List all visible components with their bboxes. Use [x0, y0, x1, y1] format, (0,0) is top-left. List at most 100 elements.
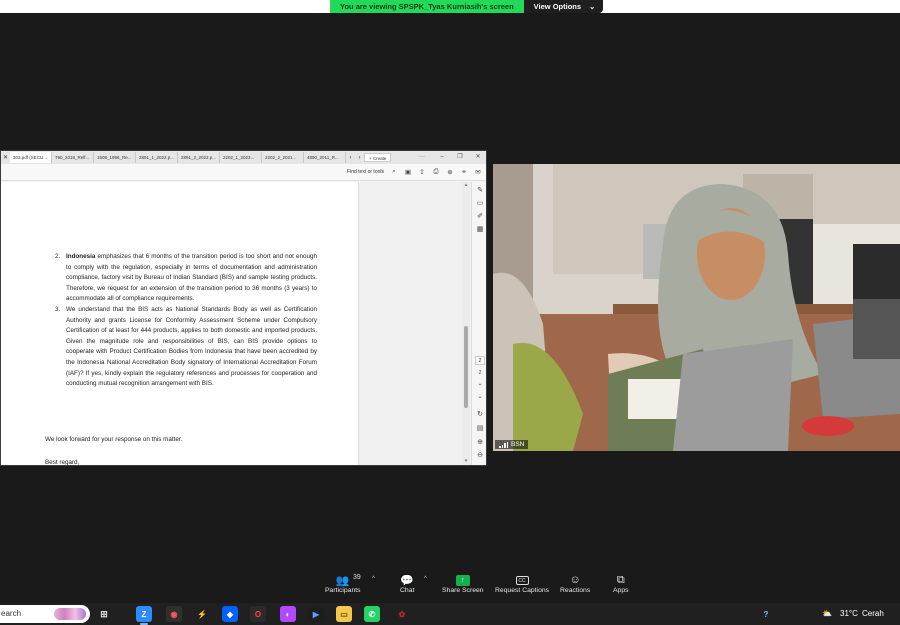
- weather-condition[interactable]: Cerah: [862, 603, 884, 625]
- tab-item[interactable]: 2891_2_2022.p...: [178, 152, 220, 163]
- document-area: 2. Indonesia emphasizes that 6 months of …: [1, 182, 471, 466]
- meeting-controls-bar: 👥 Participants 39 ^ 💬 Chat ^ ↑ Share Scr…: [0, 570, 900, 602]
- comment-icon[interactable]: ✎: [475, 186, 485, 196]
- media-app-icon[interactable]: ▶: [308, 606, 324, 622]
- weather-icon[interactable]: ⛅: [822, 603, 832, 625]
- apps-button[interactable]: ⧉ Apps: [613, 573, 629, 595]
- chevron-left-icon[interactable]: ‹: [346, 155, 355, 161]
- whatsapp-icon[interactable]: ✆: [364, 606, 380, 622]
- maximize-icon[interactable]: ❐: [451, 151, 469, 164]
- more-icon[interactable]: ···: [413, 151, 431, 164]
- apps-label: Apps: [613, 587, 629, 594]
- tab-item[interactable]: 2202_2_2021...: [262, 152, 304, 163]
- zoom-icon[interactable]: ⊕: [446, 168, 454, 176]
- scroll-up-icon[interactable]: ▴: [462, 182, 470, 188]
- list-item-text: We understand that the BIS acts as Natio…: [66, 305, 317, 388]
- apps-icon: ⧉: [616, 573, 625, 586]
- search-text: earch: [1, 609, 22, 618]
- search-icon[interactable]: ⌕: [390, 168, 398, 176]
- vertical-scrollbar[interactable]: ▴ ▾: [462, 182, 470, 465]
- organize-icon[interactable]: ▦: [475, 225, 485, 235]
- share-screen-button[interactable]: ↑ Share Screen: [442, 573, 484, 594]
- link-icon[interactable]: ⚭: [460, 168, 468, 176]
- chat-icon: 💬: [400, 574, 415, 587]
- tab-item[interactable]: 303.pdf (SECU...: [10, 152, 52, 163]
- find-text-label[interactable]: Find text or tools: [347, 169, 384, 175]
- upload-icon[interactable]: ⇪: [418, 168, 426, 176]
- print-icon[interactable]: ⎙: [432, 168, 440, 176]
- screen-share-banner: You are viewing SPSPK_Tyas Kurniasih's s…: [330, 0, 604, 13]
- red-app-icon[interactable]: ✿: [394, 606, 410, 622]
- zoom-in-icon[interactable]: ⊕: [475, 438, 485, 448]
- tab-item[interactable]: 4890_2011_R...: [304, 152, 346, 163]
- page-down-icon[interactable]: ⌄: [475, 392, 485, 402]
- weather-temperature[interactable]: 31°C: [840, 603, 858, 625]
- chat-options-icon[interactable]: ^: [424, 576, 427, 582]
- chevron-down-icon: ⌄: [589, 2, 596, 11]
- participants-icon: 👥: [335, 574, 350, 587]
- taskbar-search-box[interactable]: earch: [0, 605, 90, 623]
- list-item-lead: Indonesia: [66, 253, 96, 260]
- captions-icon: CC: [515, 576, 529, 585]
- participants-options-icon[interactable]: ^: [372, 576, 375, 582]
- pdf-toolbar: Find text or tools ⌕ ▣ ⇪ ⎙ ⊕ ⚭ ✉: [1, 164, 486, 181]
- participants-count: 39: [353, 574, 361, 581]
- chat-bubble-icon[interactable]: ▭: [475, 199, 485, 209]
- page-up-icon[interactable]: ⌃: [475, 382, 485, 392]
- participant-name-label: BSN: [495, 440, 529, 449]
- chrome-icon[interactable]: ◉: [166, 606, 182, 622]
- tab-item[interactable]: 2891_1_2022.p...: [136, 152, 178, 163]
- pdf-viewer-window: ✕ 303.pdf (SECU... 790_2018_Relf... 1508…: [0, 150, 487, 466]
- zoom-app-icon[interactable]: Z: [136, 606, 152, 625]
- create-label: Create: [372, 156, 387, 161]
- scroll-thumb[interactable]: [464, 326, 468, 408]
- signal-icon: [499, 441, 508, 448]
- numbered-list: 2. Indonesia emphasizes that 6 months of …: [55, 252, 317, 390]
- list-number: 2.: [55, 253, 61, 260]
- chat-label: Chat: [400, 587, 415, 594]
- side-tool-rail: ✎ ▭ ✐ ▦ 2 2 ⌃ ⌄ ↻ ▤ ⊕ ⊖: [471, 182, 486, 465]
- create-button[interactable]: + Create: [364, 153, 392, 162]
- page-icon[interactable]: ▤: [475, 424, 485, 434]
- total-pages: 2: [478, 370, 482, 376]
- close-tab-icon[interactable]: ✕: [1, 154, 10, 161]
- tab-item[interactable]: 790_2018_Relf...: [52, 152, 94, 163]
- view-options-button[interactable]: View Options ⌄: [523, 0, 604, 13]
- share-screen-icon: ↑: [455, 575, 470, 586]
- edit-icon[interactable]: ✐: [475, 212, 485, 222]
- participant-video: [493, 164, 900, 451]
- view-options-label: View Options: [533, 2, 582, 11]
- reactions-button[interactable]: ☺ Reactions: [560, 573, 590, 594]
- minimize-icon[interactable]: –: [433, 151, 451, 164]
- windows-taskbar: earch ⊞ Z ◉ ⚡ ◆ O ◐ ▶ ▭ ✆ ✿ ? ⛅ 31°C Cer…: [0, 603, 900, 625]
- close-window-icon[interactable]: ✕: [469, 151, 486, 164]
- list-item-text: emphasizes that 6 months of the transiti…: [66, 253, 317, 303]
- viewing-screen-text: You are viewing SPSPK_Tyas Kurniasih's s…: [330, 0, 524, 13]
- chevron-right-icon[interactable]: ›: [355, 155, 364, 161]
- dropbox-icon[interactable]: ◆: [222, 606, 238, 622]
- help-icon[interactable]: ?: [758, 606, 774, 622]
- tab-item[interactable]: 2202_1_2023...: [220, 152, 262, 163]
- scroll-down-icon[interactable]: ▾: [462, 458, 470, 464]
- search-highlight-image: [54, 608, 86, 620]
- purple-app-icon[interactable]: ◐: [280, 606, 296, 622]
- signoff-text: Best regard,: [45, 459, 80, 466]
- reactions-icon: ☺: [569, 574, 581, 586]
- screen: You are viewing SPSPK_Tyas Kurniasih's s…: [0, 0, 900, 625]
- list-item: 2. Indonesia emphasizes that 6 months of …: [55, 252, 317, 305]
- opera-icon[interactable]: O: [250, 606, 266, 622]
- zoom-out-icon[interactable]: ⊖: [475, 451, 485, 461]
- participant-name: BSN: [511, 441, 525, 448]
- file-explorer-icon[interactable]: ▭: [336, 606, 352, 622]
- current-page-box[interactable]: 2: [475, 356, 485, 365]
- participants-label: Participants: [325, 587, 361, 594]
- tab-item[interactable]: 1508_1996_Re...: [94, 152, 136, 163]
- save-icon[interactable]: ▣: [404, 168, 412, 176]
- request-captions-button[interactable]: CC Request Captions: [495, 573, 549, 594]
- vscode-icon[interactable]: ⚡: [194, 606, 210, 622]
- participant-video-tile[interactable]: BSN: [493, 164, 900, 451]
- refresh-icon[interactable]: ↻: [475, 410, 485, 420]
- task-view-icon[interactable]: ⊞: [96, 606, 112, 622]
- chat-button[interactable]: 💬 Chat: [400, 573, 415, 595]
- mail-icon[interactable]: ✉: [474, 168, 482, 176]
